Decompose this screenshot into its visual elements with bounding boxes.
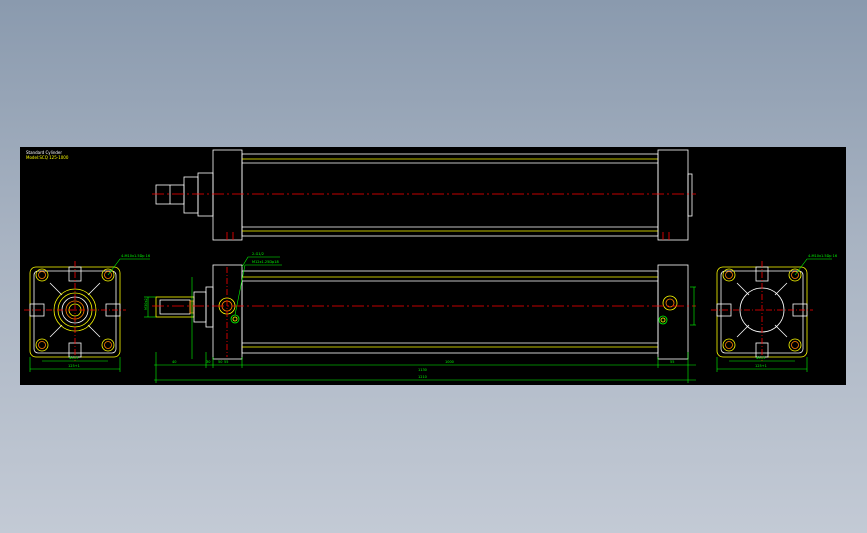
front-view: [152, 264, 696, 360]
left-end-view: [24, 258, 150, 372]
dim-total: 1210: [418, 375, 427, 379]
dim-stroke: 1000: [445, 360, 454, 364]
right-width-2: 125+1: [755, 364, 767, 368]
dim-d1: 40: [172, 360, 176, 364]
left-leader-label: 4-M10x1.5Dp 16: [121, 254, 150, 258]
dim-d3: 50: [218, 360, 222, 364]
dim-d4: 55: [224, 360, 228, 364]
port-note-1: 2-G1/2: [252, 252, 264, 256]
port-note-2: M12x1.25Dp18: [252, 260, 279, 264]
dim-d2: 30: [206, 360, 210, 364]
cylinder-drawing: 40 30 50 55 1000 1130 1210 55 M30x2 2-G1…: [24, 149, 837, 383]
top-view: [152, 149, 696, 241]
left-width-1: Φ105: [69, 356, 78, 360]
cad-viewport[interactable]: Standard Cylinder Model:SCQ 125-1000 40 …: [20, 147, 846, 385]
left-width-2: 125+1: [68, 364, 80, 368]
right-leader-label: 4-M10x1.5Dp 16: [808, 254, 837, 258]
right-width-1: Φ105: [756, 356, 765, 360]
right-end-view: [711, 258, 832, 372]
rod-dim-label: M30x2: [144, 298, 148, 310]
dim-right: 55: [670, 360, 674, 364]
dim-body: 1130: [418, 368, 427, 372]
